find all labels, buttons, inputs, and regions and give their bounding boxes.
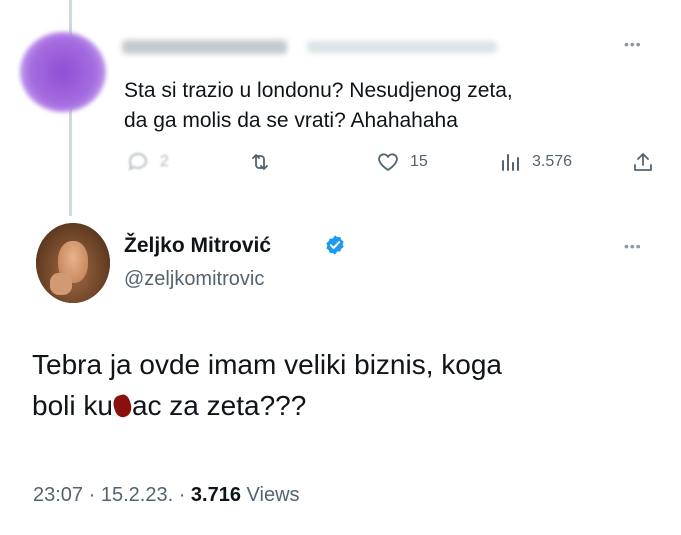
- tweet-text-part-2: boli ku: [32, 390, 113, 421]
- more-icon[interactable]: •••: [624, 238, 642, 254]
- reply-count: 2: [160, 153, 169, 170]
- author-name[interactable]: Željko Mitrović: [124, 234, 271, 258]
- reply-button[interactable]: 2: [126, 150, 169, 174]
- avatar[interactable]: [20, 32, 106, 112]
- parent-author-header: [122, 38, 502, 56]
- views-icon: [502, 154, 519, 171]
- tweet-date[interactable]: 15.2.23.: [101, 484, 173, 506]
- avatar[interactable]: [36, 223, 110, 303]
- text-line-1: Sta si trazio u londonu? Nesudjenog zeta…: [124, 79, 513, 102]
- separator: ·: [173, 484, 191, 506]
- like-count: 15: [410, 153, 428, 170]
- reply-icon: [128, 153, 147, 171]
- views-button[interactable]: 3.576: [498, 150, 572, 174]
- text-line-2: da ga molis da se vrati? Ahahahaha: [124, 109, 458, 132]
- like-icon: [378, 153, 398, 171]
- views-count: 3.716: [190, 484, 241, 506]
- retweet-button[interactable]: [248, 150, 272, 174]
- avatar-hand: [50, 273, 72, 295]
- separator: ·: [83, 484, 101, 506]
- retweet-icon: [252, 154, 268, 170]
- tweet-time[interactable]: 23:07: [33, 484, 83, 506]
- verified-badge-icon: [326, 235, 344, 255]
- parent-tweet-text: Sta si trazio u londonu? Nesudjenog zeta…: [124, 76, 644, 136]
- author-handle[interactable]: @zeljkomitrovic: [124, 268, 264, 291]
- author-handle-blurred: [307, 41, 497, 53]
- share-icon: [634, 153, 652, 171]
- tweet-text-part-1: Tebra ja ovde imam veliki biznis, koga: [32, 349, 502, 380]
- action-bar: 2 15 3.576: [126, 150, 666, 180]
- tweet-text: Tebra ja ovde imam veliki biznis, koga bo…: [32, 344, 662, 426]
- share-button[interactable]: [631, 150, 655, 174]
- tweet-text-part-3: ac za zeta???: [131, 390, 307, 421]
- views-count: 3.576: [532, 153, 573, 170]
- views-label: Views: [246, 484, 300, 506]
- author-name-blurred: [122, 40, 287, 54]
- censor-mark: [110, 392, 134, 420]
- tweet-meta: 23:07 · 15.2.23. · 3.716 Views: [33, 484, 300, 507]
- more-icon[interactable]: •••: [624, 36, 642, 52]
- like-button[interactable]: 15: [376, 150, 428, 174]
